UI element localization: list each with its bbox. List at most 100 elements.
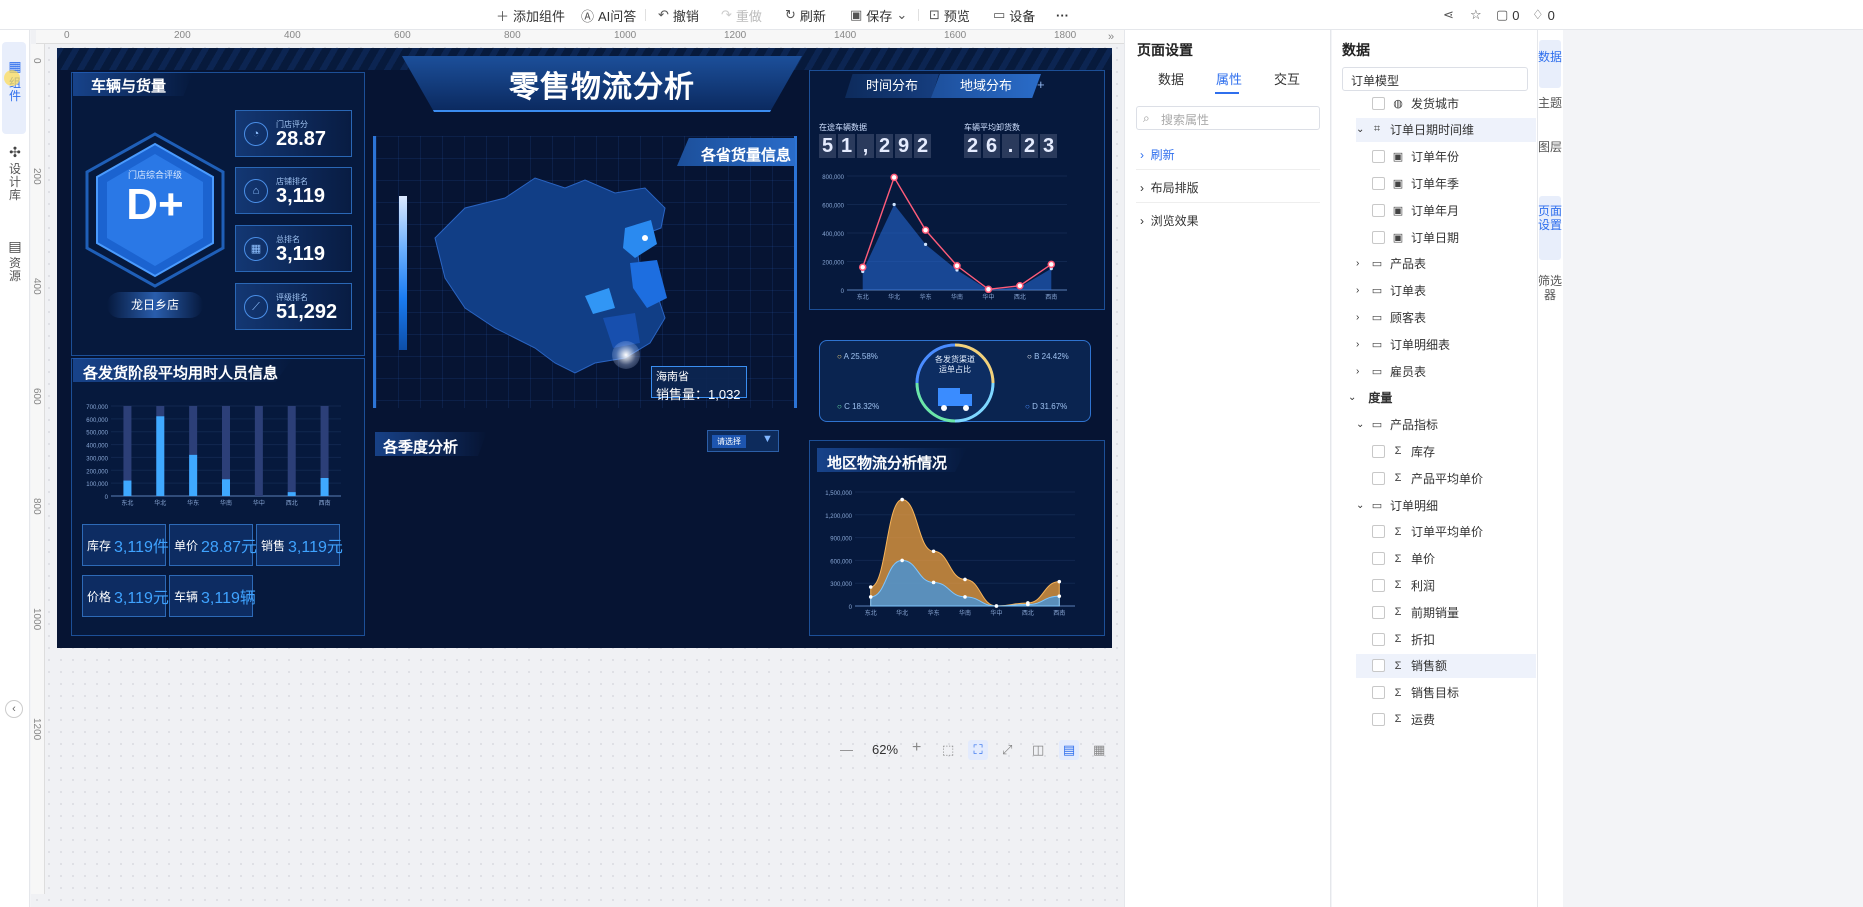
- tree-item[interactable]: › ▭ 产品表: [1356, 252, 1536, 276]
- tree-item[interactable]: ▣ 订单年份: [1356, 145, 1536, 169]
- checkbox[interactable]: [1372, 632, 1385, 646]
- tree-item[interactable]: Σ 销售目标: [1356, 681, 1536, 705]
- strip-item-filter[interactable]: 筛选器: [1537, 274, 1563, 302]
- checkbox[interactable]: [1372, 176, 1385, 190]
- tree-item[interactable]: ▣ 订单年季: [1356, 171, 1536, 195]
- tree-item[interactable]: › ▭ 订单明细表: [1356, 332, 1536, 356]
- section-layout[interactable]: › 布局排版: [1140, 179, 1199, 196]
- redo-button[interactable]: ↷ 重做: [721, 6, 762, 24]
- tree-item[interactable]: Σ 利润: [1356, 573, 1536, 597]
- more-button[interactable]: ···: [1056, 6, 1069, 24]
- x-tick-label: 华东: [928, 609, 940, 617]
- stage-bar-chart[interactable]: 700,000 600,000 500,000 400,000 300,000 200,0…: [77, 398, 347, 513]
- top-toolbar: ＋添加组件 Ⓐ AI问答 ↶ 撤销 ↷ 重做 ↻ 刷新 ▣ 保存 ⌄ ⊡ 预览 ▭ 设备 ···…: [0, 0, 1863, 30]
- checkbox[interactable]: [1372, 712, 1385, 726]
- chevron-down-icon: ⌄: [1356, 499, 1365, 511]
- chevron-right-icon: ›: [1356, 258, 1360, 270]
- tree-item[interactable]: › ▭ 顾客表: [1356, 305, 1536, 329]
- time-line-chart[interactable]: 800,000 600,000 400,000 200,000 0 东北 华北 华东 华南 华中 西…: [817, 166, 1077, 306]
- tree-item[interactable]: Σ 运费: [1356, 707, 1536, 731]
- checkbox[interactable]: [1372, 96, 1385, 110]
- checkbox[interactable]: [1372, 471, 1385, 485]
- tree-item[interactable]: Σ 产品平均单价: [1356, 466, 1536, 490]
- tab-properties[interactable]: 属性: [1216, 69, 1242, 88]
- fit-screen-icon[interactable]: ⛶: [968, 740, 988, 760]
- tree-item[interactable]: › ▭ 订单表: [1356, 279, 1536, 303]
- refresh-button[interactable]: ↻ 刷新: [785, 6, 826, 24]
- checkbox[interactable]: [1372, 203, 1385, 217]
- checkbox[interactable]: [1372, 578, 1385, 592]
- tab-data[interactable]: 数据: [1158, 69, 1184, 88]
- tree-item-label: 利润: [1411, 578, 1436, 593]
- strip-item-data[interactable]: 数据: [1537, 50, 1563, 64]
- tree-item[interactable]: Σ 销售额: [1356, 653, 1536, 678]
- tooltip-value: 销售量：1,032: [656, 387, 741, 402]
- tree-item[interactable]: › ▭ 雇员表: [1356, 359, 1536, 383]
- tree-item[interactable]: ⌄ ▭ 订单明细: [1356, 493, 1536, 517]
- tree-item[interactable]: Σ 单价: [1356, 547, 1536, 571]
- fit-selection-icon[interactable]: ⬚: [942, 742, 954, 758]
- zoom-out-button[interactable]: —: [840, 742, 853, 757]
- kpi-card[interactable]: ⟋ 评级排名 51,292: [235, 283, 352, 330]
- save-button[interactable]: ▣ 保存 ⌄: [850, 6, 907, 24]
- section-refresh[interactable]: › 刷新: [1140, 146, 1175, 163]
- checkbox[interactable]: [1372, 659, 1385, 673]
- share-button[interactable]: ⋖: [1443, 6, 1454, 24]
- tree-item[interactable]: ◍ 发货城市: [1356, 91, 1536, 115]
- china-map[interactable]: [425, 168, 725, 388]
- strip-item-theme[interactable]: 主题: [1537, 96, 1563, 110]
- grid-view-icon[interactable]: ▤: [1059, 740, 1079, 760]
- tree-item[interactable]: ⌄ ▭ 产品指标: [1356, 413, 1536, 437]
- like-button[interactable]: ♢ 0: [1532, 6, 1555, 24]
- comment-button[interactable]: ▢ 0: [1496, 6, 1520, 24]
- tree-item[interactable]: ⌄ 度量: [1348, 386, 1536, 410]
- zoom-in-button[interactable]: +: [912, 739, 921, 757]
- property-search-input[interactable]: ⌕ 搜索属性: [1136, 106, 1320, 130]
- tree-item[interactable]: Σ 折扣: [1356, 627, 1536, 651]
- add-component-button[interactable]: ＋添加组件: [496, 6, 565, 24]
- actual-size-icon[interactable]: ⤢: [1002, 742, 1012, 758]
- checkbox[interactable]: [1372, 444, 1385, 458]
- region-area-chart[interactable]: 1,500,000 1,200,000 900,000 600,000 300,000 0…: [817, 484, 1087, 624]
- sigma-icon: Σ: [1394, 713, 1402, 726]
- checkbox[interactable]: [1372, 525, 1385, 539]
- add-tab-button[interactable]: +: [1037, 77, 1045, 92]
- checkbox[interactable]: [1372, 686, 1385, 700]
- layout-icon[interactable]: ◫: [1032, 742, 1044, 758]
- collapse-left-button[interactable]: ‹: [5, 700, 23, 718]
- tree-item[interactable]: Σ 前期销量: [1356, 600, 1536, 624]
- tree-item[interactable]: ▣ 订单日期: [1356, 225, 1536, 249]
- checkbox[interactable]: [1372, 605, 1385, 619]
- strip-item-page-settings[interactable]: 页面设置: [1537, 204, 1563, 232]
- data-model-select[interactable]: 订单模型: [1342, 67, 1528, 91]
- ai-qa-button[interactable]: Ⓐ AI问答: [581, 6, 636, 24]
- tab-interaction[interactable]: 交互: [1274, 69, 1300, 88]
- checkbox[interactable]: [1372, 150, 1385, 164]
- tree-item[interactable]: ▣ 订单年月: [1356, 198, 1536, 222]
- tab-region-distribution[interactable]: 地域分布: [931, 74, 1041, 98]
- preview-button[interactable]: ⊡ 预览: [929, 6, 970, 24]
- quarter-select[interactable]: 请选择 ▼: [707, 430, 779, 452]
- kpi-card[interactable]: ⌂ 店铺排名 3,119: [235, 167, 352, 214]
- preview-icon: ⊡: [929, 7, 940, 22]
- collapse-right-icon[interactable]: »: [1108, 31, 1114, 43]
- strip-item-layers[interactable]: 图层: [1537, 140, 1563, 154]
- map-panel-title: 各省货量信息: [701, 147, 792, 164]
- section-browse-effect[interactable]: › 浏览效果: [1140, 212, 1199, 229]
- sidebar-item-design-lib[interactable]: ✣ 设计库: [6, 145, 24, 202]
- tree-item-label: 折扣: [1411, 632, 1436, 647]
- favorite-button[interactable]: ☆: [1470, 6, 1482, 24]
- table-view-icon[interactable]: ▦: [1093, 742, 1105, 758]
- tab-time-distribution[interactable]: 时间分布: [845, 74, 939, 98]
- checkbox[interactable]: [1372, 552, 1385, 566]
- undo-button[interactable]: ↶ 撤销: [658, 6, 699, 24]
- tree-item[interactable]: Σ 订单平均单价: [1356, 520, 1536, 544]
- device-button[interactable]: ▭ 设备: [993, 6, 1035, 24]
- kpi-card[interactable]: ◔ 门店评分 28.87: [235, 110, 352, 157]
- kpi-card[interactable]: ▦ 总排名 3,119: [235, 225, 352, 272]
- checkbox[interactable]: [1372, 230, 1385, 244]
- tree-item[interactable]: Σ 库存: [1356, 439, 1536, 463]
- dashboard[interactable]: 零售物流分析 车辆与货量 门店综合评级 D+ 龙日乡店 ◔ 门店评分 28.87 ⌂…: [57, 48, 1112, 648]
- tree-item[interactable]: ⌄ ⌗ 订单日期时间维: [1356, 117, 1536, 142]
- sidebar-item-resources[interactable]: ▤ 资源: [6, 239, 24, 283]
